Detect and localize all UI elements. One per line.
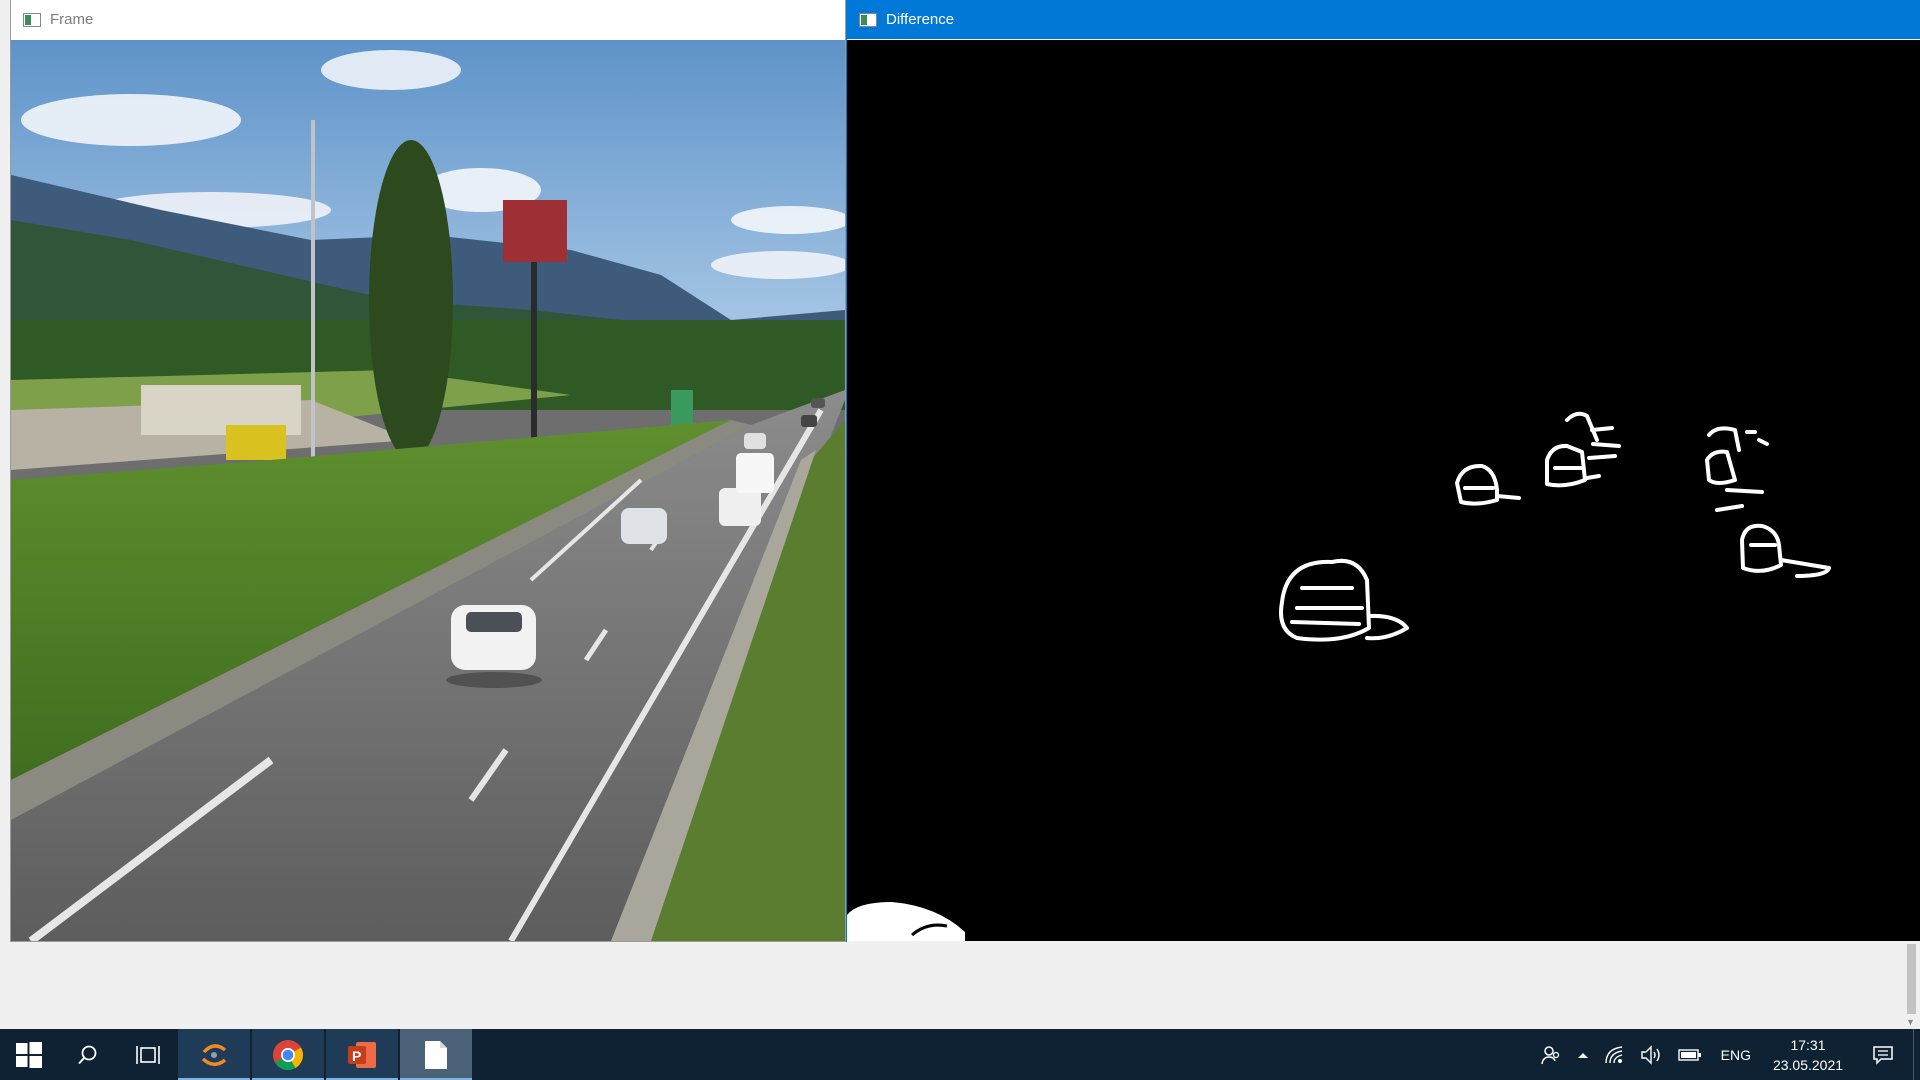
scroll-down-arrow-icon[interactable]: ▼ xyxy=(1906,1017,1915,1027)
system-tray: ENG 17:31 23.05.2021 xyxy=(1533,1029,1920,1080)
windows-logo-icon xyxy=(16,1041,42,1068)
desktop-background-strip xyxy=(0,942,1920,1029)
clock-date: 23.05.2021 xyxy=(1772,1056,1844,1073)
taskbar-app-chrome[interactable] xyxy=(252,1029,324,1080)
action-center-button[interactable] xyxy=(1853,1029,1913,1080)
battery-icon xyxy=(1677,1048,1701,1061)
taskbar-app-spyder[interactable] xyxy=(178,1029,250,1080)
motion-blob xyxy=(1705,426,1769,512)
battery-button[interactable] xyxy=(1671,1029,1709,1080)
network-button[interactable] xyxy=(1597,1029,1633,1080)
powerpoint-icon: P xyxy=(348,1041,376,1068)
chevron-up-icon xyxy=(1577,1052,1588,1058)
taskbar-app-powerpoint[interactable]: P xyxy=(326,1029,398,1080)
volume-button[interactable] xyxy=(1633,1029,1671,1080)
svg-text:P: P xyxy=(352,1048,361,1064)
search-icon xyxy=(78,1045,97,1064)
language-indicator[interactable]: ENG xyxy=(1709,1029,1763,1080)
motion-blob xyxy=(1279,558,1409,642)
highway-video-frame xyxy=(11,40,845,941)
people-icon xyxy=(1540,1045,1559,1064)
opencv-window-icon xyxy=(859,12,877,27)
start-button[interactable] xyxy=(0,1029,58,1080)
frame-video-view xyxy=(11,40,845,941)
difference-window-title: Difference xyxy=(886,11,955,28)
speaker-icon xyxy=(1640,1044,1660,1065)
frame-titlebar[interactable]: Frame xyxy=(11,0,845,39)
show-hidden-icons-button[interactable] xyxy=(1569,1029,1597,1080)
blank-document-icon xyxy=(425,1040,447,1069)
motion-blob xyxy=(1455,463,1521,506)
spyder-icon xyxy=(201,1043,227,1066)
motion-blob xyxy=(1545,411,1621,488)
difference-titlebar[interactable]: Difference xyxy=(847,0,1920,39)
clock[interactable]: 17:31 23.05.2021 xyxy=(1763,1035,1853,1075)
clock-time: 17:31 xyxy=(1790,1036,1826,1053)
difference-window[interactable]: Difference xyxy=(846,0,1920,942)
people-button[interactable] xyxy=(1533,1029,1569,1080)
show-desktop-button[interactable] xyxy=(1913,1029,1920,1080)
frame-window[interactable]: Frame xyxy=(10,0,846,942)
task-view-button[interactable] xyxy=(118,1029,178,1080)
motion-blob-edge xyxy=(847,902,965,941)
motion-mask-image xyxy=(847,411,1831,941)
car-foreground xyxy=(446,605,542,688)
opencv-window-icon xyxy=(23,12,41,27)
motion-blob xyxy=(1740,523,1831,578)
vertical-scrollbar[interactable]: ▼ xyxy=(1903,942,1920,1029)
chrome-icon xyxy=(273,1039,304,1070)
difference-mask-view xyxy=(847,40,1920,941)
search-button[interactable] xyxy=(58,1029,118,1080)
scrollbar-thumb[interactable] xyxy=(1907,944,1916,1014)
wifi-icon xyxy=(1604,1045,1622,1063)
task-view-icon xyxy=(136,1045,160,1064)
notification-icon xyxy=(1873,1045,1893,1065)
taskbar-app-document[interactable] xyxy=(400,1029,472,1080)
taskbar: P ENG 17:31 23.05.2021 xyxy=(0,1029,1920,1080)
frame-window-title: Frame xyxy=(50,11,94,28)
